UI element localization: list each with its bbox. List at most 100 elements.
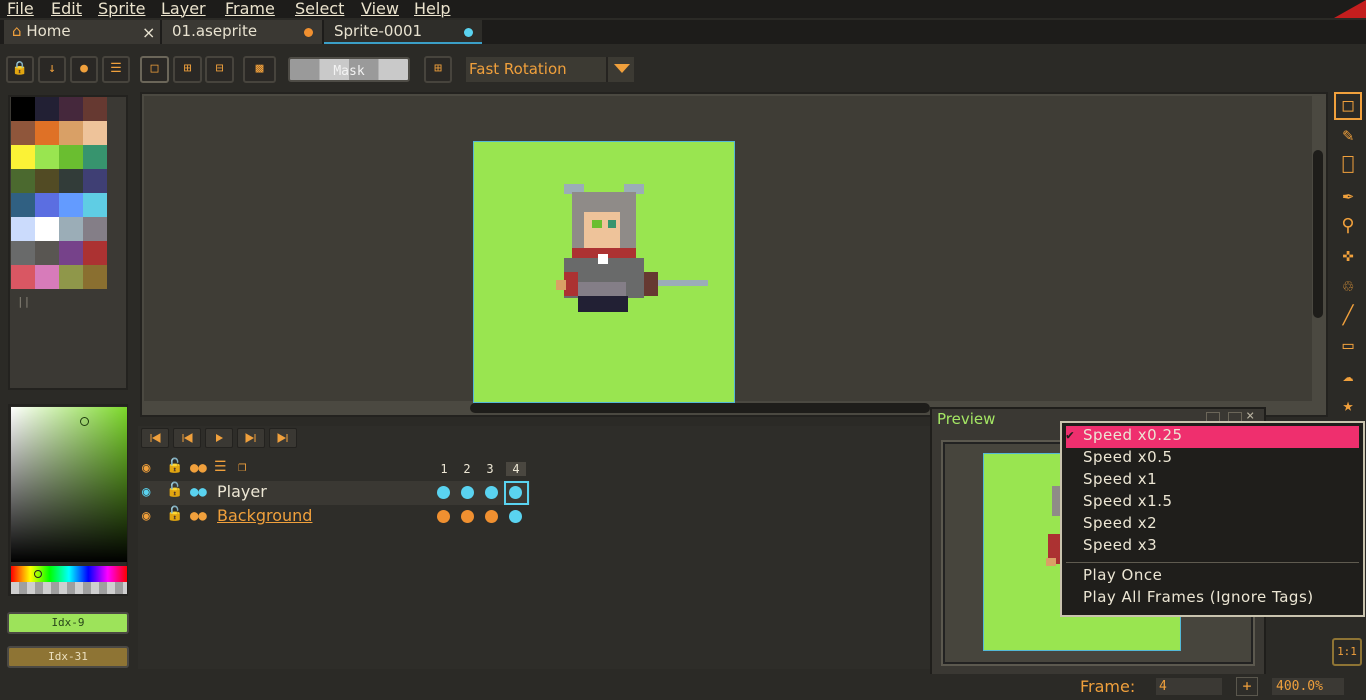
eraser-icon[interactable]: ⎕ [1334,152,1362,180]
cel-icon[interactable] [485,510,498,523]
foreground-color-button[interactable]: Idx-9 [7,612,129,634]
grip-icon[interactable]: || [17,295,30,308]
hue-slider[interactable] [11,566,127,582]
menu-select[interactable]: Select [295,0,344,18]
background-color-button[interactable]: Idx-31 [7,646,129,668]
menu-frame[interactable]: Frame [225,0,275,18]
menu-item-speed-3[interactable]: Speed x3 [1083,536,1157,554]
link-icon[interactable]: ●● [190,508,207,524]
palette-swatch[interactable] [59,217,83,241]
tab-home[interactable]: ⌂ Home × [4,20,160,44]
palette-swatch[interactable] [59,121,83,145]
frame-number-4[interactable]: 4 [506,462,526,476]
spray-icon[interactable]: ★ [1334,392,1362,420]
palette-swatch[interactable] [59,169,83,193]
pencil-icon[interactable]: ✎ [1334,122,1362,150]
layer-name-background[interactable]: Background [217,506,312,525]
palette-swatch[interactable] [11,145,35,169]
lock-icon[interactable]: 🔓 [166,458,183,474]
alpha-slider[interactable] [11,582,127,594]
layer-name-player[interactable]: Player [217,482,267,501]
menu-item-speed-0-5[interactable]: Speed x0.5 [1083,448,1173,466]
palette-swatch[interactable] [35,193,59,217]
menu-item-play-once[interactable]: Play Once [1083,566,1162,584]
sv-knob-icon[interactable] [80,417,89,426]
mask-color-button[interactable]: Mask [288,57,410,82]
palette-swatch[interactable] [59,145,83,169]
palette-swatch[interactable] [11,97,35,121]
saturation-value-box[interactable] [11,407,127,562]
menu-view[interactable]: View [361,0,399,18]
palette-swatch[interactable] [11,193,35,217]
palette-swatch[interactable] [11,217,35,241]
selection-replace-icon[interactable]: □ [140,56,169,83]
palette-swatch[interactable] [35,217,59,241]
menu-item-speed-1-5[interactable]: Speed x1.5 [1083,492,1173,510]
last-frame-button[interactable] [269,428,297,448]
onion-skin-icon[interactable]: ❐ [238,459,246,475]
hue-knob-icon[interactable] [34,570,42,578]
rotation-algorithm-select[interactable]: Fast Rotation [466,57,606,82]
pivot-button[interactable]: ● [70,56,98,83]
cel-icon[interactable] [485,486,498,499]
lock-button[interactable]: 🔒 [6,56,34,83]
vertical-scrollbar[interactable] [1313,150,1323,318]
marquee-icon[interactable]: □ [1334,92,1362,120]
menu-sprite[interactable]: Sprite [98,0,145,18]
selection-subtract-icon[interactable]: ⊟ [205,56,234,83]
palette-swatch[interactable] [83,121,107,145]
line-icon[interactable]: ╱ [1334,302,1362,330]
palette-swatch[interactable] [35,121,59,145]
palette-swatch[interactable] [11,265,35,289]
zoom-reset-button[interactable]: 1:1 [1332,638,1362,666]
blur-icon[interactable]: ☁ [1334,362,1362,390]
palette-swatch[interactable] [35,265,59,289]
palette-swatch[interactable] [83,169,107,193]
palette-swatch[interactable] [35,97,59,121]
palette-swatch[interactable] [11,169,35,193]
zoom-icon[interactable]: ⚲ [1334,212,1362,240]
transparent-color-icon[interactable]: ▩ [243,56,276,83]
eye-icon[interactable]: ◉ [142,460,150,476]
frame-input[interactable]: 4 [1156,678,1222,695]
palette-swatch[interactable] [83,145,107,169]
lock-icon[interactable]: 🔓 [166,506,183,522]
frame-number-1[interactable]: 1 [434,462,454,476]
settings-icon[interactable]: ☰ [214,459,227,475]
palette-swatch[interactable] [83,241,107,265]
menu-file[interactable]: File [7,0,34,18]
arrow-down-button[interactable]: ↓ [38,56,66,83]
cel-icon[interactable] [437,510,450,523]
palette-swatch[interactable] [11,241,35,265]
menu-edit[interactable]: Edit [51,0,82,18]
menu-item-speed-1[interactable]: Speed x1 [1083,470,1157,488]
play-button[interactable] [205,428,233,448]
palette-swatch[interactable] [83,193,107,217]
fill-icon[interactable]: ♲ [1334,272,1362,300]
first-frame-button[interactable] [141,428,169,448]
close-icon[interactable]: × [142,21,155,44]
sprite-canvas[interactable] [473,141,735,403]
selection-add-icon[interactable]: ⊞ [173,56,202,83]
palette-swatch[interactable] [59,97,83,121]
cel-icon[interactable] [437,486,450,499]
eye-icon[interactable]: ◉ [142,508,150,524]
frame-number-2[interactable]: 2 [457,462,477,476]
palette-swatch[interactable] [35,169,59,193]
link-icon[interactable]: ●● [190,484,207,500]
zoom-input[interactable]: 400.0% [1272,678,1344,695]
palette-swatch[interactable] [35,145,59,169]
tab-01-aseprite[interactable]: 01.aseprite [162,20,322,44]
palette-swatch[interactable] [83,265,107,289]
menu-item-speed-2[interactable]: Speed x2 [1083,514,1157,532]
tab-sprite-0001[interactable]: Sprite-0001 [324,20,482,44]
menu-layer[interactable]: Layer [161,0,206,18]
palette-swatch[interactable] [35,241,59,265]
add-frame-button[interactable]: + [1236,677,1258,696]
cel-icon[interactable] [509,510,522,523]
palette-swatch[interactable] [83,217,107,241]
palette-swatch[interactable] [59,265,83,289]
link-icon[interactable]: ●● [190,460,207,476]
palette-swatch[interactable] [59,193,83,217]
menu-help[interactable]: Help [414,0,450,18]
